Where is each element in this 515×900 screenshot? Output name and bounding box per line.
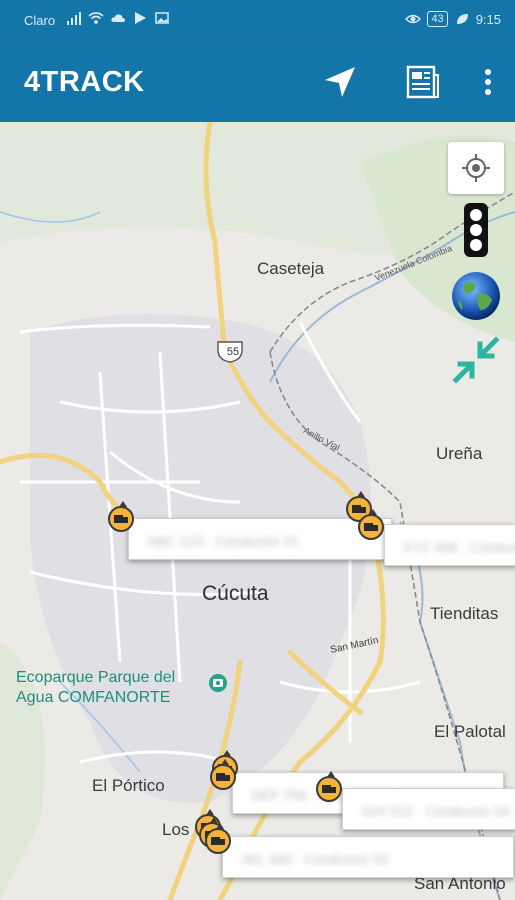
- globe-icon: [452, 272, 500, 320]
- wifi-icon: [88, 12, 104, 24]
- map-label-tienditas: Tienditas: [430, 604, 499, 623]
- vehicle-label-text: XYZ 456 · Conductor 02: [403, 539, 515, 555]
- map-type-button[interactable]: [448, 268, 504, 324]
- status-icons-left: [66, 10, 170, 26]
- app-bar: 4TRACK: [0, 42, 515, 122]
- carrier-name: Claro: [24, 13, 56, 28]
- truck-marker[interactable]: [358, 509, 384, 540]
- more-options-button[interactable]: [466, 60, 510, 104]
- truck-icon: [352, 504, 366, 514]
- my-location-icon: [462, 154, 490, 182]
- map-label-highway: 55: [226, 346, 240, 358]
- truck-icon: [211, 836, 225, 846]
- traffic-button[interactable]: [448, 200, 504, 260]
- status-icons-right: 43 9:15: [405, 11, 501, 27]
- truck-marker[interactable]: [210, 759, 236, 790]
- clock: 9:15: [475, 11, 501, 27]
- vehicle-label-text: JKL 345 · Conductor 05: [241, 851, 389, 867]
- app-title: 4TRACK: [24, 66, 145, 98]
- map-label-los: Los: [162, 820, 190, 839]
- truck-icon: [114, 514, 128, 524]
- report-icon: [406, 65, 439, 99]
- navigation-button[interactable]: [318, 60, 362, 104]
- signal-icon: [67, 12, 81, 25]
- navigation-arrow-icon: [325, 67, 355, 97]
- truck-icon: [322, 784, 336, 794]
- battery-level: 43: [427, 11, 448, 27]
- vehicle-label-text: GHI 012 · Conductor 04: [361, 803, 510, 819]
- cloud-icon: [111, 14, 125, 22]
- truck-icon: [364, 522, 378, 532]
- traffic-light-icon: [464, 203, 488, 257]
- more-vert-icon: [485, 69, 491, 95]
- map-view[interactable]: Caseteja 55 Ureña Cúcuta Tienditas San M…: [0, 122, 515, 900]
- status-bar: Claro 43 9:15: [0, 0, 515, 42]
- eye-icon: [405, 14, 422, 24]
- map-label-caseteja: Caseteja: [257, 259, 325, 278]
- report-button[interactable]: [400, 60, 444, 104]
- vehicle-label[interactable]: JKL 345 · Conductor 05: [222, 836, 514, 878]
- map-label-cucuta: Cúcuta: [202, 582, 269, 605]
- vehicle-label-text: ABC 123 · Conductor 01: [147, 533, 300, 549]
- map-label-palotal: El Palotal: [434, 722, 506, 741]
- map-label-ecoparque: Ecoparque Parque del Agua COMFANORTE: [16, 669, 176, 706]
- truck-icon: [216, 772, 230, 782]
- image-icon: [155, 12, 169, 24]
- truck-marker[interactable]: [108, 501, 134, 532]
- vehicle-label[interactable]: ABC 123 · Conductor 01: [128, 518, 392, 560]
- map-label-urena: Ureña: [436, 444, 483, 463]
- vehicle-label[interactable]: XYZ 456 · Conductor 02: [384, 524, 515, 566]
- compress-icon: [452, 336, 500, 384]
- map-label-portico: El Pórtico: [92, 776, 165, 795]
- truck-marker[interactable]: [316, 771, 342, 802]
- truck-marker[interactable]: [205, 823, 231, 854]
- play-store-icon: [135, 12, 146, 24]
- leaf-icon: [456, 14, 468, 24]
- my-location-button[interactable]: [448, 142, 504, 194]
- vehicle-label[interactable]: GHI 012 · Conductor 04: [342, 788, 515, 830]
- compress-button[interactable]: [448, 332, 504, 388]
